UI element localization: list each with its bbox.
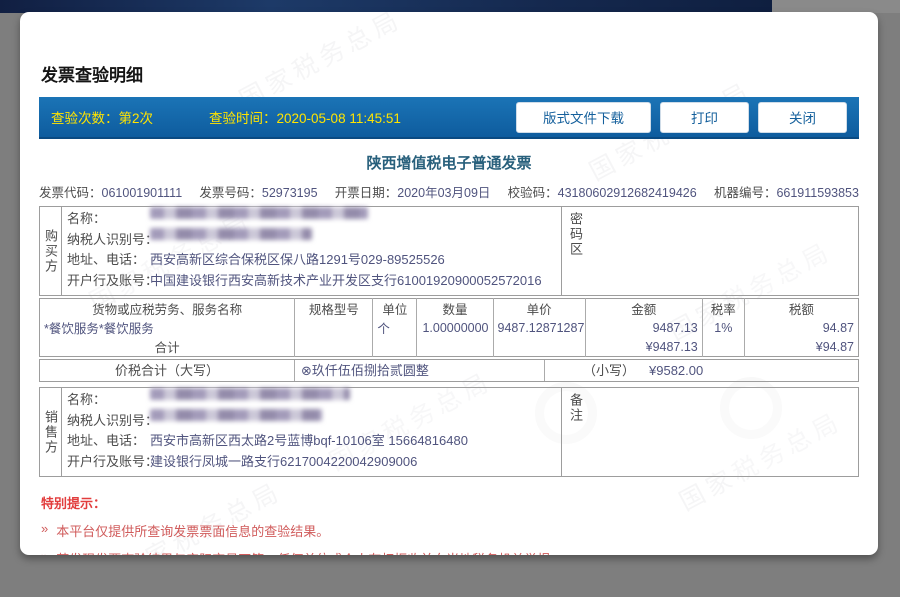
empty-cell [295,337,373,357]
item-taxrate: 1% [702,318,744,337]
invoice-type-title: 陕西增值税电子普通发票 [39,152,859,173]
invoice-date: 开票日期：2020年03月09日 [335,182,491,201]
redacted-buyer-name [150,207,368,219]
machine-number: 机器编号：661911593853 [714,182,859,201]
buyer-details: 名称： 纳税人识别号： 地址、电话： 西安高新区综合保税区保八路1291号029… [62,207,561,295]
item-quantity: 1.00000000 [417,318,493,337]
col-header-unitprice: 单价 [493,299,585,319]
items-header-row: 货物或应税劳务、服务名称 规格型号 单位 数量 单价 金额 税率 税额 [40,299,859,319]
invoice-info-row: 发票代码：061001901111 发票号码：52973195 开票日期：202… [39,182,859,201]
subtotal-taxamount: ¥94.87 [744,337,858,357]
invoice-number: 发票号码：52973195 [199,182,317,201]
buyer-address-row: 地址、电话： 西安高新区综合保税区保八路1291号029-89525526 [62,250,561,271]
col-header-quantity: 数量 [417,299,493,319]
col-header-spec: 规格型号 [295,299,373,319]
bullet-icon: » [41,549,48,555]
empty-cell [702,337,744,357]
panel-content: 发票查验明细 查验次数：第2次 查验时间：2020-05-08 11:45:51… [20,61,878,555]
redacted-buyer-taxid [150,228,312,240]
subtotal-label: 合计 [40,337,295,357]
total-in-words-label: 价税合计（大写） [40,360,295,381]
notice-item: » 本平台仅提供所查询发票票面信息的查验结果。 [41,521,859,540]
buyer-section: 购买方 名称： 纳税人识别号： 地址、电话： 西安高新区综合保税区保八路1291… [39,206,859,296]
grand-total-row: 价税合计（大写） ⊗玖仟伍佰捌拾贰圆整 （小写） ¥9582.00 [39,359,859,382]
bullet-icon: » [41,521,48,540]
seller-name-row: 名称： [62,390,561,411]
item-row: *餐饮服务*餐饮服务 个 1.00000000 9487.12871287 94… [40,318,859,337]
seller-taxid-row: 纳税人识别号： [62,411,561,432]
seller-side-label: 销售方 [40,388,62,476]
close-button[interactable]: 关闭 [758,102,847,133]
verification-result-panel: 国家税务总局 国家税务总局 国家税务总局 国家税务总局 国家税务总局 国家税务总… [20,12,878,555]
total-numeric: （小写） ¥9582.00 [545,360,858,381]
invoice-code: 发票代码：061001901111 [39,182,182,201]
download-layout-file-button[interactable]: 版式文件下载 [516,102,651,133]
special-notice: 特别提示： » 本平台仅提供所查询发票票面信息的查验结果。 » 若发现发票查验结… [41,493,859,555]
notice-title: 特别提示： [41,493,859,512]
redacted-seller-name [150,388,350,400]
buyer-bank-row: 开户行及账号： 中国建设银行西安高新技术产业开发区支行6100192090005… [62,271,561,292]
col-header-amount: 金额 [585,299,702,319]
buyer-name-row: 名称： [62,209,561,230]
print-button[interactable]: 打印 [660,102,749,133]
col-header-taxamount: 税额 [744,299,858,319]
item-unitprice: 9487.12871287 [493,318,585,337]
seller-section: 销售方 名称： 纳税人识别号： 地址、电话： 西安市高新区西太路2号蓝博bqf-… [39,387,859,477]
seller-bank-row: 开户行及账号： 建设银行凤城一路支行6217004220042909006 [62,452,561,473]
item-name: *餐饮服务*餐饮服务 [40,318,295,337]
buyer-side-label: 购买方 [40,207,62,295]
notice-text: 本平台仅提供所查询发票票面信息的查验结果。 [56,521,329,540]
col-header-name: 货物或应税劳务、服务名称 [40,299,295,319]
subtotal-amount: ¥9487.13 [585,337,702,357]
seller-address-row: 地址、电话： 西安市高新区西太路2号蓝博bqf-10106室 156648164… [62,431,561,452]
verification-toolbar: 查验次数：第2次 查验时间：2020-05-08 11:45:51 版式文件下载… [39,97,859,139]
empty-cell [417,337,493,357]
seller-details: 名称： 纳税人识别号： 地址、电话： 西安市高新区西太路2号蓝博bqf-1010… [62,388,561,476]
notice-item: » 若发现发票查验结果与实际交易不符，任何单位或个人有权拒收并向当地税务机关举报… [41,549,859,555]
check-time-text: 查验时间：2020-05-08 11:45:51 [209,107,401,127]
item-taxamount: 94.87 [744,318,858,337]
password-area: 密码区 [561,207,858,295]
item-spec [295,318,373,337]
col-header-unit: 单位 [373,299,417,319]
check-count-text: 查验次数：第2次 [51,107,153,127]
item-amount: 9487.13 [585,318,702,337]
notice-text: 若发现发票查验结果与实际交易不符，任何单位或个人有权拒收并向当地税务机关举报。 [56,549,563,555]
page-title: 发票查验明细 [41,61,859,86]
total-in-words-value: ⊗玖仟伍佰捌拾贰圆整 [295,360,545,381]
col-header-taxrate: 税率 [702,299,744,319]
remark-area: 备注 [561,388,858,476]
check-code: 校验码：43180602912682419426 [508,182,697,201]
item-unit: 个 [373,318,417,337]
buyer-taxid-row: 纳税人识别号： [62,230,561,251]
empty-cell [373,337,417,357]
subtotal-row: 合计 ¥9487.13 ¥94.87 [40,337,859,357]
empty-cell [493,337,585,357]
redacted-seller-taxid [150,409,322,421]
items-table: 货物或应税劳务、服务名称 规格型号 单位 数量 单价 金额 税率 税额 *餐饮服… [39,298,859,357]
